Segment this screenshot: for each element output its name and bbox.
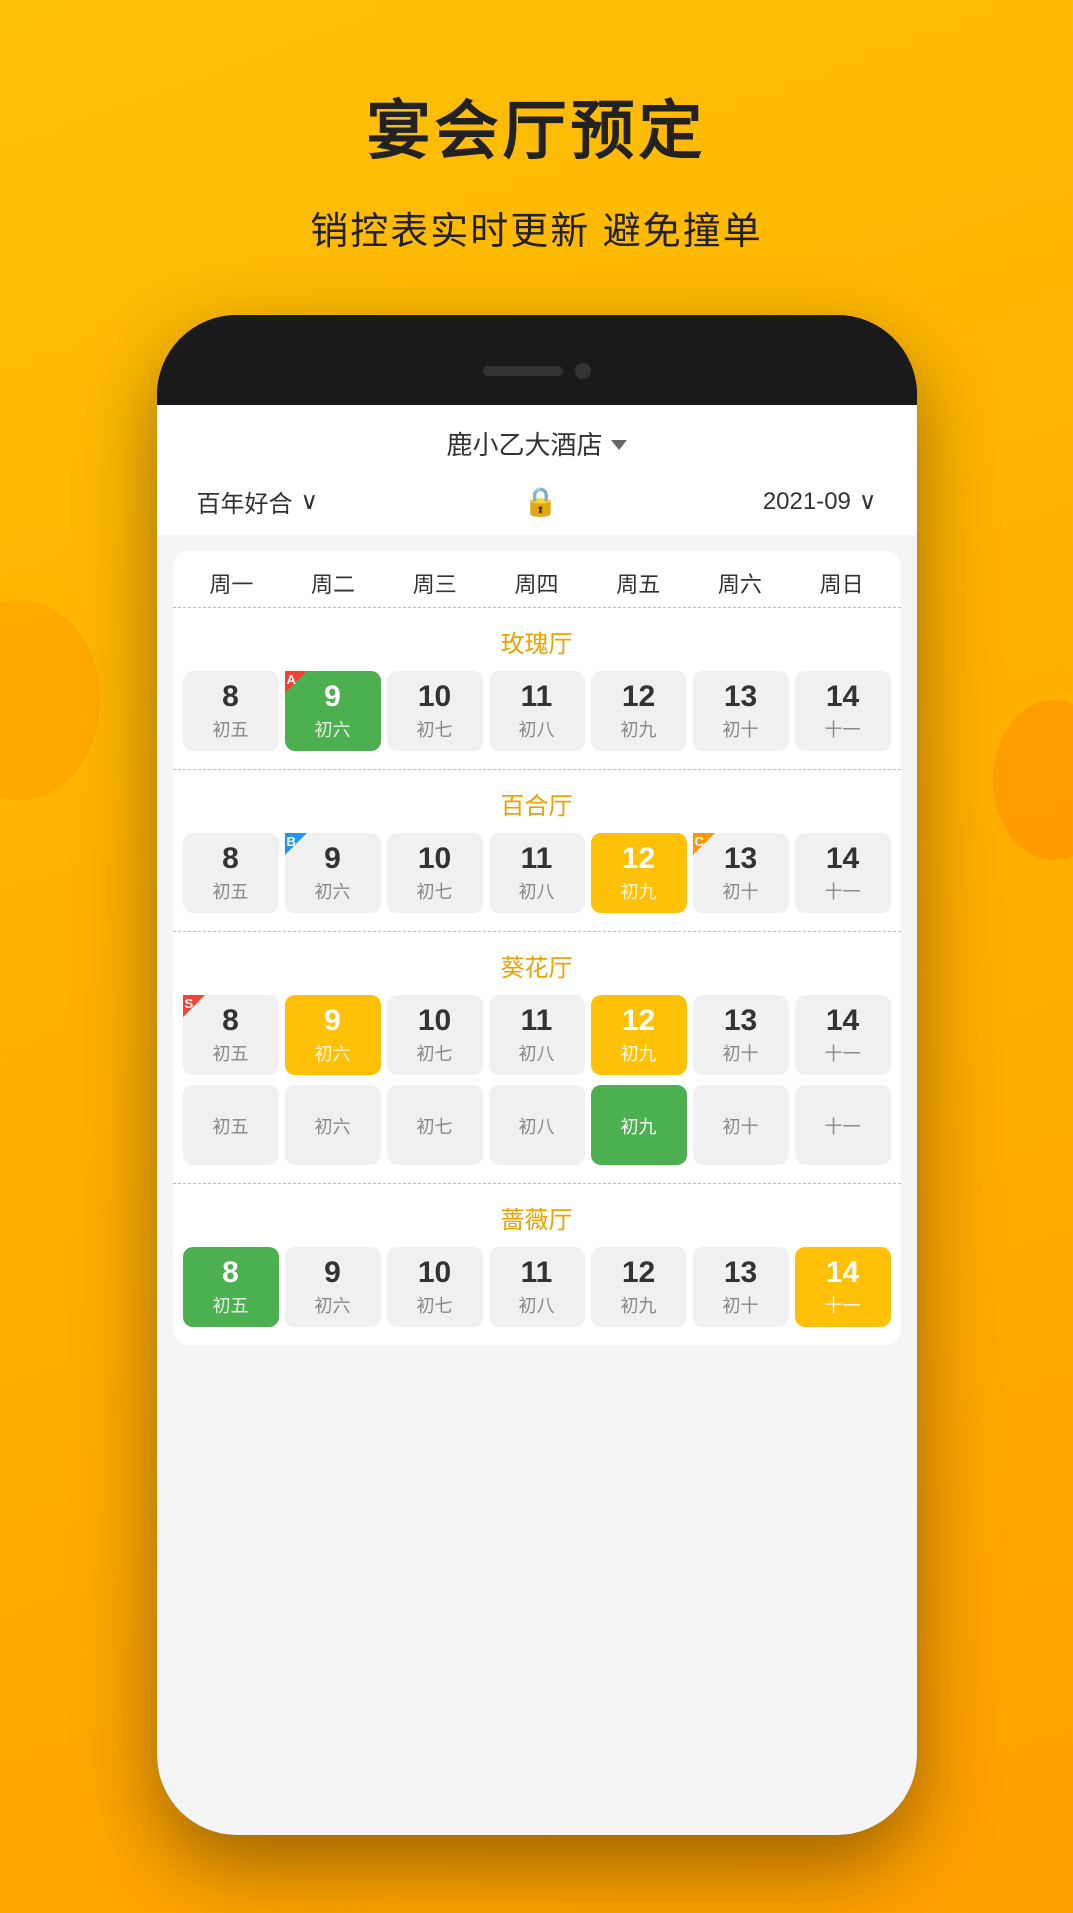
hall-rose-name: 玫瑰厅 <box>173 616 901 667</box>
app-subtitle: 销控表实时更新 避免撞单 <box>310 200 763 255</box>
day-thu: 周四 <box>486 567 588 599</box>
filter-row: 百年好合 ∨ 🔒 2021-09 ∨ <box>177 474 897 535</box>
table-row[interactable]: 13 初十 <box>693 671 789 751</box>
date-arrow: ∨ <box>859 487 877 516</box>
hall-sunflower: 葵花厅 S 8 初五 9 初六 10 初七 <box>173 931 901 1183</box>
day-sat: 周六 <box>689 567 791 599</box>
table-row[interactable]: 12 初九 <box>591 995 687 1075</box>
list-item[interactable]: 初九 <box>591 1085 687 1165</box>
notch <box>417 345 657 397</box>
table-row[interactable]: 13 初十 <box>693 995 789 1075</box>
hotel-dropdown-arrow[interactable] <box>611 440 627 450</box>
table-row[interactable]: 14 十一 <box>795 671 891 751</box>
day-wed: 周三 <box>384 567 486 599</box>
table-row[interactable]: 10 初七 <box>387 833 483 913</box>
table-row[interactable]: B 9 初六 <box>285 833 381 913</box>
hall-filter[interactable]: 百年好合 ∨ <box>197 484 319 519</box>
list-item[interactable]: 初五 <box>183 1085 279 1165</box>
table-row[interactable]: C 13 初十 <box>693 833 789 913</box>
hall-lily: 百合厅 8 初五 B 9 初六 10 初七 <box>173 769 901 931</box>
day-mon: 周一 <box>181 567 283 599</box>
day-headers: 周一 周二 周三 周四 周五 周六 周日 <box>173 551 901 607</box>
day-fri: 周五 <box>587 567 689 599</box>
date-value: 2021-09 <box>763 488 851 516</box>
calendar-content: 周一 周二 周三 周四 周五 周六 周日 玫瑰厅 8 初五 A <box>173 551 901 1345</box>
table-row[interactable]: 13 初十 <box>693 1247 789 1327</box>
camera <box>575 363 591 379</box>
list-item[interactable]: 初十 <box>693 1085 789 1165</box>
table-row[interactable]: 9 初六 <box>285 1247 381 1327</box>
list-item[interactable]: 初八 <box>489 1085 585 1165</box>
table-row[interactable]: 14 十一 <box>795 833 891 913</box>
table-row[interactable]: 10 初七 <box>387 995 483 1075</box>
hotel-name: 鹿小乙大酒店 <box>446 425 602 462</box>
table-row[interactable]: 11 初八 <box>489 1247 585 1327</box>
list-item[interactable]: 初七 <box>387 1085 483 1165</box>
table-row[interactable]: 12 初九 <box>591 671 687 751</box>
table-row[interactable]: 14 十一 <box>795 995 891 1075</box>
hall-sunflower-name: 葵花厅 <box>173 940 901 991</box>
hall-rose-grid: 8 初五 A 9 初六 10 初七 11 初八 <box>173 667 901 761</box>
hall-rose2: 蔷薇厅 8 初五 9 初六 10 初七 11 <box>173 1183 901 1345</box>
table-row[interactable]: 10 初七 <box>387 1247 483 1327</box>
table-row[interactable]: 9 初六 <box>285 995 381 1075</box>
list-item[interactable]: 初六 <box>285 1085 381 1165</box>
table-row[interactable]: 10 初七 <box>387 671 483 751</box>
table-row[interactable]: 8 初五 <box>183 1247 279 1327</box>
phone-screen: 鹿小乙大酒店 百年好合 ∨ 🔒 2021-09 ∨ 周一 周二 <box>157 405 917 1835</box>
phone-frame: 鹿小乙大酒店 百年好合 ∨ 🔒 2021-09 ∨ 周一 周二 <box>157 315 917 1835</box>
hall-sunflower-grid: S 8 初五 9 初六 10 初七 11 初八 <box>173 991 901 1085</box>
speaker <box>483 366 563 376</box>
hall-lily-name: 百合厅 <box>173 778 901 829</box>
table-row[interactable]: 11 初八 <box>489 995 585 1075</box>
notch-area <box>157 315 917 405</box>
table-row[interactable]: S 8 初五 <box>183 995 279 1075</box>
date-selector[interactable]: 2021-09 ∨ <box>763 487 877 516</box>
table-row[interactable]: 14 十一 <box>795 1247 891 1327</box>
table-row[interactable]: A 9 初六 <box>285 671 381 751</box>
hall-filter-arrow: ∨ <box>301 487 319 516</box>
table-row[interactable]: 11 初八 <box>489 833 585 913</box>
hall-rose2-grid: 8 初五 9 初六 10 初七 11 初八 <box>173 1243 901 1337</box>
table-row[interactable]: 12 初九 <box>591 1247 687 1327</box>
hall-filter-name: 百年好合 <box>197 484 293 519</box>
hall-rose: 玫瑰厅 8 初五 A 9 初六 10 初七 <box>173 607 901 769</box>
table-row[interactable]: 8 初五 <box>183 833 279 913</box>
day-sun: 周日 <box>791 567 893 599</box>
hotel-selector[interactable]: 鹿小乙大酒店 <box>177 405 897 474</box>
table-row[interactable]: 8 初五 <box>183 671 279 751</box>
hall-sunflower-lunar-row: 初五 初六 初七 初八 初九 初十 <box>173 1085 901 1175</box>
table-row[interactable]: 12 初九 <box>591 833 687 913</box>
day-tue: 周二 <box>282 567 384 599</box>
app-title: 宴会厅预定 <box>367 80 707 172</box>
app-header: 鹿小乙大酒店 百年好合 ∨ 🔒 2021-09 ∨ <box>157 405 917 535</box>
list-item[interactable]: 十一 <box>795 1085 891 1165</box>
table-row[interactable]: 11 初八 <box>489 671 585 751</box>
hall-rose2-name: 蔷薇厅 <box>173 1192 901 1243</box>
lock-icon[interactable]: 🔒 <box>523 485 558 518</box>
hall-lily-grid: 8 初五 B 9 初六 10 初七 11 初八 <box>173 829 901 923</box>
